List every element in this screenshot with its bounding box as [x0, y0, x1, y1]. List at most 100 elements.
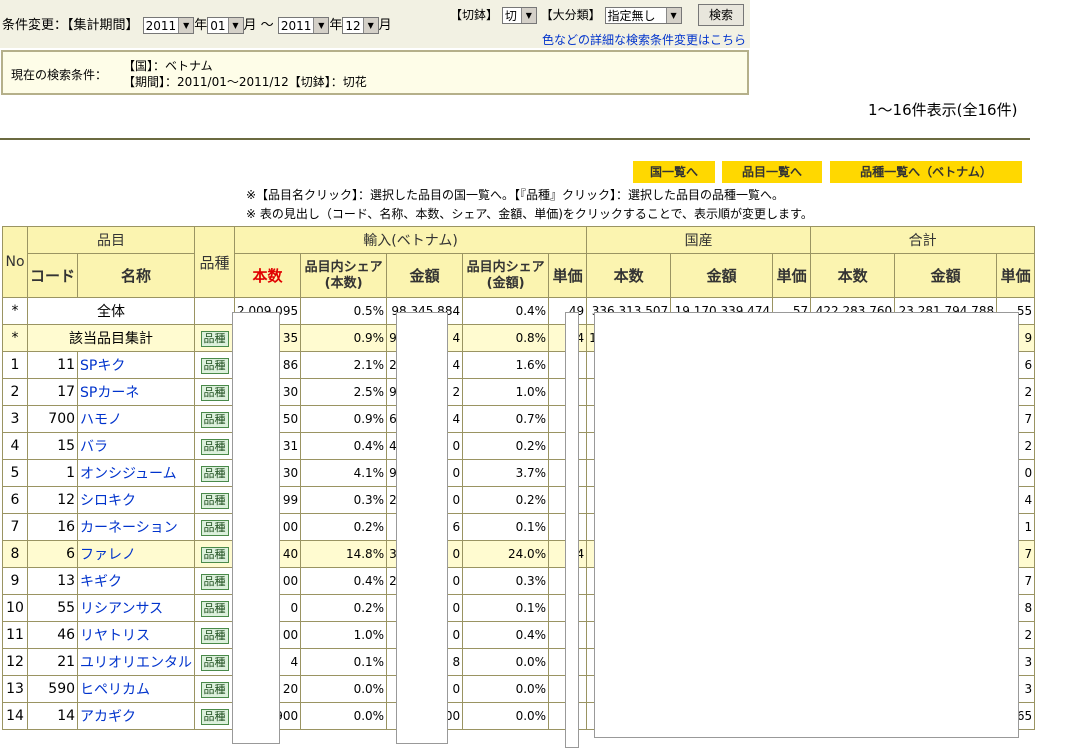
- variety-link[interactable]: 品種: [194, 405, 236, 433]
- from-year-select[interactable]: 2011 ▼: [142, 17, 195, 34]
- variety-link[interactable]: 品種: [194, 324, 236, 352]
- variety-badge[interactable]: 品種: [200, 411, 229, 428]
- variety-badge[interactable]: 品種: [200, 492, 229, 509]
- cut-select[interactable]: 切 ▼: [501, 7, 537, 24]
- col-no: No: [2, 226, 28, 298]
- from-month-select[interactable]: 01 ▼: [207, 17, 244, 34]
- variety-link[interactable]: 品種: [194, 648, 236, 676]
- to-year-select[interactable]: 2011 ▼: [277, 17, 330, 34]
- col-unit[interactable]: 単価: [548, 253, 588, 298]
- variety-badge[interactable]: 品種: [200, 357, 229, 374]
- variety-badge[interactable]: 品種: [200, 600, 229, 617]
- row-no: 14: [2, 702, 28, 730]
- variety-link[interactable]: 品種: [194, 459, 236, 487]
- col-code[interactable]: コード: [26, 253, 79, 298]
- col-name[interactable]: 名称: [77, 253, 196, 298]
- variety-link[interactable]: 品種: [194, 540, 236, 568]
- row-share-qty: 4.1%: [300, 459, 388, 487]
- col-amount[interactable]: 金額: [386, 253, 464, 298]
- redaction-box: [232, 312, 280, 744]
- detail-search-link[interactable]: 色などの詳細な検索条件変更はこちら: [542, 31, 746, 48]
- variety-link[interactable]: 品種: [194, 378, 236, 406]
- row-name-link[interactable]: カーネーション: [77, 513, 196, 541]
- row-share-amount: 0.4%: [462, 621, 550, 649]
- row-no: 11: [2, 621, 28, 649]
- col-d-unit[interactable]: 単価: [772, 253, 812, 298]
- col-domestic-group: 国産: [586, 226, 812, 254]
- filter-row: 条件変更：【集計期間】 2011 ▼ 年 01 ▼ 月 〜 2011 ▼ 年 12 ▼ 月: [2, 14, 392, 34]
- col-variety: 品種: [194, 226, 236, 298]
- col-t-unit[interactable]: 単価: [996, 253, 1036, 298]
- row-name-link[interactable]: ユリオリエンタル: [77, 648, 196, 676]
- variety-badge[interactable]: 品種: [200, 465, 229, 482]
- country-list-button[interactable]: 国一覧へ: [633, 161, 715, 183]
- col-share-amount[interactable]: 品目内シェア (金額): [462, 253, 550, 298]
- row-no: 10: [2, 594, 28, 622]
- to-month-select[interactable]: 12 ▼: [342, 17, 379, 34]
- variety-badge[interactable]: 品種: [200, 654, 229, 671]
- row-share-qty: 0.2%: [300, 594, 388, 622]
- variety-link[interactable]: 品種: [194, 621, 236, 649]
- row-code: 14: [26, 702, 79, 730]
- col-share-qty[interactable]: 品目内シェア (本数): [300, 253, 388, 298]
- variety-link[interactable]: 品種: [194, 567, 236, 595]
- search-button[interactable]: 検索: [698, 4, 745, 26]
- variety-badge[interactable]: 品種: [200, 384, 229, 401]
- current-conditions-box: 現在の検索条件： 【国】：ベトナム 【期間】：2011/01〜2011/12【切…: [1, 50, 749, 95]
- row-name-link[interactable]: アカギク: [77, 702, 196, 730]
- row-no: 3: [2, 405, 28, 433]
- row-name-link[interactable]: ファレノ: [77, 540, 196, 568]
- row-share-qty: 0.4%: [300, 567, 388, 595]
- row-code: 11: [26, 351, 79, 379]
- row-code: 13: [26, 567, 79, 595]
- item-list-button[interactable]: 品目一覧へ: [722, 161, 822, 183]
- variety-list-button[interactable]: 品種一覧へ（ベトナム）: [830, 161, 1022, 183]
- col-t-amount[interactable]: 金額: [894, 253, 998, 298]
- col-t-qty[interactable]: 本数: [810, 253, 896, 298]
- variety-badge[interactable]: 品種: [200, 681, 229, 698]
- row-name-link[interactable]: SPカーネ: [77, 378, 196, 406]
- row-no: *: [2, 297, 28, 325]
- variety-badge[interactable]: 品種: [200, 573, 229, 590]
- row-share-amount: 0.0%: [462, 675, 550, 703]
- cut-label: 【切鉢】: [450, 8, 499, 22]
- row-share-amount: 0.8%: [462, 324, 550, 352]
- chevron-down-icon: ▼: [227, 18, 243, 33]
- chevron-down-icon: ▼: [178, 18, 194, 33]
- variety-badge[interactable]: 品種: [200, 708, 229, 725]
- variety-link[interactable]: 品種: [194, 513, 236, 541]
- variety-badge[interactable]: 品種: [200, 330, 229, 347]
- variety-badge[interactable]: 品種: [200, 546, 229, 563]
- row-name-link[interactable]: ヒペリカム: [77, 675, 196, 703]
- row-no: 5: [2, 459, 28, 487]
- variety-badge[interactable]: 品種: [200, 438, 229, 455]
- col-item-group: 品目: [26, 226, 196, 254]
- col-d-amount[interactable]: 金額: [670, 253, 774, 298]
- row-name-link[interactable]: リヤトリス: [77, 621, 196, 649]
- variety-link[interactable]: 品種: [194, 675, 236, 703]
- category-select[interactable]: 指定無し ▼: [604, 7, 682, 24]
- variety-link[interactable]: 品種: [194, 702, 236, 730]
- row-name-link[interactable]: SPキク: [77, 351, 196, 379]
- variety-link[interactable]: 品種: [194, 594, 236, 622]
- row-name-link[interactable]: オンシジューム: [77, 459, 196, 487]
- row-share-amount: 1.0%: [462, 378, 550, 406]
- variety-link[interactable]: 品種: [194, 351, 236, 379]
- row-share-qty: 0.5%: [300, 297, 388, 325]
- row-name-link[interactable]: ハモノ: [77, 405, 196, 433]
- row-share-qty: 0.1%: [300, 648, 388, 676]
- row-share-amount: 1.6%: [462, 351, 550, 379]
- row-name-link[interactable]: バラ: [77, 432, 196, 460]
- variety-link[interactable]: 品種: [194, 486, 236, 514]
- row-name-link[interactable]: リシアンサス: [77, 594, 196, 622]
- variety-badge[interactable]: 品種: [200, 627, 229, 644]
- variety-badge[interactable]: 品種: [200, 519, 229, 536]
- row-share-qty: 0.0%: [300, 675, 388, 703]
- row-name-link[interactable]: シロキク: [77, 486, 196, 514]
- row-no: 12: [2, 648, 28, 676]
- variety-link[interactable]: 品種: [194, 432, 236, 460]
- row-no: 4: [2, 432, 28, 460]
- col-qty[interactable]: 本数: [234, 253, 302, 298]
- row-name-link[interactable]: キギク: [77, 567, 196, 595]
- col-d-qty[interactable]: 本数: [586, 253, 672, 298]
